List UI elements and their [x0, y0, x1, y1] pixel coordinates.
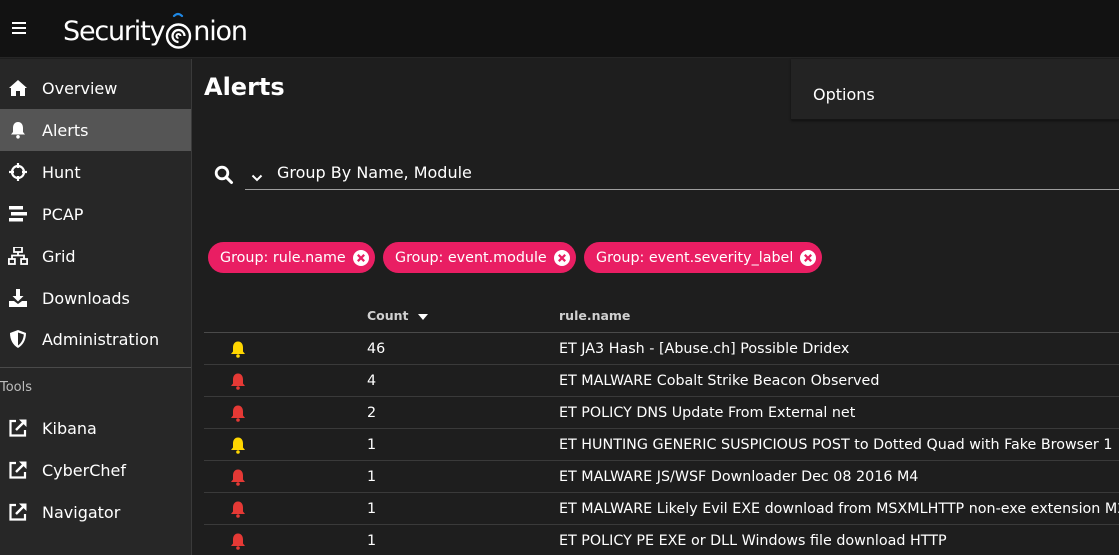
chevron-down-icon[interactable]: [251, 168, 263, 182]
group-chip-rule-name: Group: rule.name: [208, 242, 375, 273]
sidebar-item-label: Downloads: [42, 288, 130, 308]
cell-rule-name: ET JA3 Hash - [Abuse.ch] Possible Dridex: [559, 341, 850, 357]
sidebar-item-grid[interactable]: Grid: [0, 235, 191, 277]
cell-count: 1: [367, 469, 377, 485]
cell-count: 1: [367, 501, 377, 517]
download-icon: [8, 288, 28, 308]
sort-desc-icon: [417, 314, 428, 320]
brand-text-security: Security: [63, 16, 165, 47]
sidebar-item-downloads[interactable]: Downloads: [0, 277, 191, 319]
sidebar-section-tools: Tools: [0, 380, 33, 395]
brand-logo[interactable]: Security nion: [63, 6, 248, 52]
sidebar-tool-cyberchef[interactable]: CyberChef: [0, 449, 191, 491]
shield-icon: [8, 329, 28, 349]
bell-icon: [8, 120, 28, 140]
main-content: Alerts Options Group By Name, Module Gro…: [192, 59, 1119, 555]
sidebar-item-hunt[interactable]: Hunt: [0, 151, 191, 193]
cell-rule-name: ET HUNTING GENERIC SUSPICIOUS POST to Do…: [559, 437, 1113, 453]
cell-rule-name: ET POLICY PE EXE or DLL Windows file dow…: [559, 533, 947, 549]
table-row[interactable]: 4 ET MALWARE Cobalt Strike Beacon Observe…: [204, 365, 1119, 397]
table-row[interactable]: 46 ET JA3 Hash - [Abuse.ch] Possible Drid…: [204, 333, 1119, 365]
sidebar-tool-navigator[interactable]: Navigator: [0, 491, 191, 533]
cell-count: 4: [367, 373, 377, 389]
options-toggle[interactable]: Options: [813, 85, 875, 104]
column-header-count[interactable]: Count: [367, 299, 429, 333]
table-row[interactable]: 1 ET POLICY PE EXE or DLL Windows file do…: [204, 525, 1119, 555]
external-link-icon: [8, 418, 28, 438]
table-row[interactable]: 2 ET POLICY DNS Update From External net: [204, 397, 1119, 429]
sidebar: Overview Alerts Hunt PCAP Grid Downloads: [0, 59, 192, 555]
sidebar-item-label: CyberChef: [42, 460, 127, 480]
group-chip-event-severity-label: Group: event.severity_label: [584, 242, 823, 273]
chip-label: Group: event.severity_label: [596, 249, 794, 266]
menu-icon[interactable]: [12, 22, 26, 34]
cell-rule-name: ET MALWARE JS/WSF Downloader Dec 08 2016…: [559, 469, 919, 485]
sidebar-item-label: Grid: [42, 246, 76, 266]
sidebar-item-label: PCAP: [42, 204, 84, 224]
cell-count: 46: [367, 341, 386, 357]
group-chip-event-module: Group: event.module: [383, 242, 576, 273]
sidebar-item-label: Administration: [42, 329, 160, 349]
sidebar-item-label: Hunt: [42, 162, 81, 182]
sidebar-item-label: Alerts: [42, 120, 89, 140]
table-row[interactable]: 1 ET MALWARE Likely Evil EXE download fro…: [204, 493, 1119, 525]
severity-bell-icon[interactable]: [230, 341, 246, 358]
crosshairs-icon: [8, 162, 28, 182]
severity-bell-icon[interactable]: [230, 533, 246, 550]
sidebar-divider: [0, 367, 191, 368]
brand-text-nion: nion: [193, 16, 248, 47]
options-panel[interactable]: Options: [791, 59, 1119, 120]
stream-icon: [8, 204, 28, 224]
top-app-bar: Security nion: [0, 0, 1119, 58]
external-link-icon: [8, 502, 28, 522]
sidebar-item-label: Navigator: [42, 502, 121, 522]
external-link-icon: [8, 460, 28, 480]
page-title: Alerts: [204, 73, 285, 101]
sidebar-item-alerts[interactable]: Alerts: [0, 109, 191, 151]
sidebar-item-label: Overview: [42, 78, 118, 98]
sitemap-icon: [8, 246, 28, 266]
sidebar-tool-kibana[interactable]: Kibana: [0, 407, 191, 449]
query-value: Group By Name, Module: [277, 163, 472, 182]
cell-rule-name: ET POLICY DNS Update From External net: [559, 405, 856, 421]
column-header-rule-name[interactable]: rule.name: [559, 299, 630, 333]
sidebar-item-overview[interactable]: Overview: [0, 67, 191, 109]
severity-bell-icon[interactable]: [230, 373, 246, 390]
sidebar-item-pcap[interactable]: PCAP: [0, 193, 191, 235]
search-icon[interactable]: [214, 165, 234, 185]
chip-close-icon[interactable]: [799, 249, 817, 267]
chip-close-icon[interactable]: [553, 249, 571, 267]
table-row[interactable]: 1 ET HUNTING GENERIC SUSPICIOUS POST to D…: [204, 429, 1119, 461]
chip-label: Group: rule.name: [220, 249, 346, 266]
severity-bell-icon[interactable]: [230, 405, 246, 422]
cell-rule-name: ET MALWARE Likely Evil EXE download from…: [559, 501, 1119, 517]
query-select[interactable]: Group By Name, Module: [245, 155, 1119, 190]
sidebar-item-label: Kibana: [42, 418, 97, 438]
home-icon: [8, 78, 28, 98]
table-row[interactable]: 1 ET MALWARE JS/WSF Downloader Dec 08 201…: [204, 461, 1119, 493]
severity-bell-icon[interactable]: [230, 469, 246, 486]
cell-count: 1: [367, 533, 377, 549]
onion-logo-icon: [165, 12, 192, 52]
cell-count: 2: [367, 405, 377, 421]
cell-count: 1: [367, 437, 377, 453]
sidebar-item-administration[interactable]: Administration: [0, 318, 191, 360]
column-header-label: Count: [367, 308, 409, 323]
cell-rule-name: ET MALWARE Cobalt Strike Beacon Observed: [559, 373, 880, 389]
severity-bell-icon[interactable]: [230, 437, 246, 454]
chip-close-icon[interactable]: [352, 249, 370, 267]
chip-label: Group: event.module: [395, 249, 547, 266]
severity-bell-icon[interactable]: [230, 501, 246, 518]
